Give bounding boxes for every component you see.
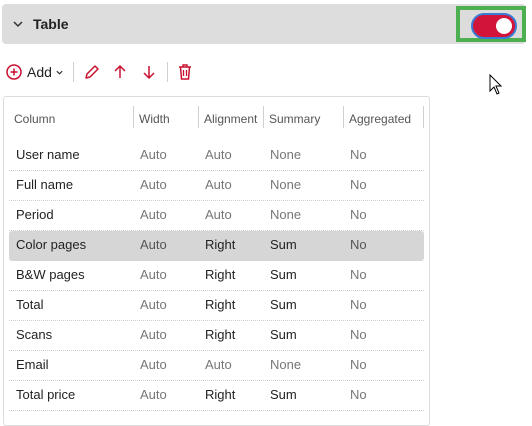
- cell-aggregated: No: [350, 297, 367, 312]
- cell-column-name: Total: [16, 297, 44, 312]
- column-divider[interactable]: [343, 106, 344, 128]
- column-divider[interactable]: [133, 106, 134, 128]
- table-enable-toggle[interactable]: [456, 6, 526, 42]
- cell-alignment: Right: [205, 237, 236, 252]
- cell-summary: Sum: [270, 297, 297, 312]
- toolbar-divider: [167, 62, 168, 82]
- toggle-track: [471, 13, 517, 39]
- cell-aggregated: No: [350, 357, 367, 372]
- cell-summary: None: [270, 177, 302, 192]
- table-section-header[interactable]: Table: [2, 4, 526, 44]
- cell-summary: Sum: [270, 237, 297, 252]
- cell-alignment: Right: [205, 327, 236, 342]
- table-row[interactable]: Period Auto Auto None No: [9, 201, 424, 231]
- cell-aggregated: No: [350, 267, 367, 282]
- cell-column-name: Total price: [16, 387, 76, 402]
- section-title: Table: [33, 16, 69, 32]
- cell-aggregated: No: [350, 387, 367, 402]
- pencil-icon: [85, 65, 99, 79]
- cell-column-name: Period: [16, 207, 54, 222]
- arrow-down-icon: [143, 66, 155, 80]
- add-button-label: Add: [27, 64, 52, 80]
- cell-alignment: Auto: [205, 207, 232, 222]
- cell-width: Auto: [140, 387, 167, 402]
- table-row[interactable]: Full name Auto Auto None No: [9, 171, 424, 201]
- cell-aggregated: No: [350, 207, 367, 222]
- table-row[interactable]: Scans Auto Right Sum No: [9, 321, 424, 351]
- cell-column-name: B&W pages: [16, 267, 85, 282]
- table-row[interactable]: B&W pages Auto Right Sum No: [9, 261, 424, 291]
- edit-button[interactable]: [83, 62, 101, 82]
- cell-alignment: Right: [205, 297, 236, 312]
- cell-aggregated: No: [350, 327, 367, 342]
- column-header-width[interactable]: Width: [139, 111, 170, 127]
- toggle-knob: [496, 18, 512, 34]
- caret-down-icon: [56, 70, 63, 75]
- chevron-down-icon: [13, 21, 23, 28]
- table-row[interactable]: Email Auto Auto None No: [9, 351, 424, 381]
- cell-width: Auto: [140, 357, 167, 372]
- add-button[interactable]: Add: [6, 62, 64, 82]
- cell-width: Auto: [140, 297, 167, 312]
- column-header-alignment[interactable]: Alignment: [204, 111, 257, 127]
- table-row[interactable]: Total price Auto Right Sum No: [9, 381, 424, 411]
- cell-width: Auto: [140, 267, 167, 282]
- table-row[interactable]: Total Auto Right Sum No: [9, 291, 424, 321]
- column-divider[interactable]: [198, 106, 199, 128]
- cell-width: Auto: [140, 147, 167, 162]
- cell-column-name: Full name: [16, 177, 74, 192]
- cell-alignment: Auto: [205, 147, 232, 162]
- cell-summary: None: [270, 207, 302, 222]
- table-row-selected[interactable]: Color pages Auto Right Sum No: [9, 231, 424, 261]
- cell-width: Auto: [140, 207, 167, 222]
- column-divider[interactable]: [263, 106, 264, 128]
- move-down-button[interactable]: [141, 62, 157, 82]
- cell-alignment: Right: [205, 387, 236, 402]
- cell-summary: None: [270, 357, 302, 372]
- cell-summary: Sum: [270, 387, 297, 402]
- cell-width: Auto: [140, 237, 167, 252]
- cell-width: Auto: [140, 327, 167, 342]
- cell-summary: Sum: [270, 327, 297, 342]
- cell-width: Auto: [140, 177, 167, 192]
- cell-summary: None: [270, 147, 302, 162]
- cell-column-name: Scans: [16, 327, 53, 342]
- move-up-button[interactable]: [112, 62, 128, 82]
- column-header-aggregated[interactable]: Aggregated: [349, 111, 411, 127]
- cell-column-name: Color pages: [16, 237, 87, 252]
- mouse-cursor-icon: [489, 74, 503, 95]
- toolbar-divider: [73, 62, 74, 82]
- trash-icon: [179, 64, 191, 80]
- cell-aggregated: No: [350, 147, 367, 162]
- column-header-summary[interactable]: Summary: [269, 111, 320, 127]
- delete-button[interactable]: [177, 62, 193, 82]
- add-circle-icon: [6, 64, 22, 80]
- cell-column-name: User name: [16, 147, 80, 162]
- column-header-column[interactable]: Column: [14, 111, 55, 127]
- cell-alignment: Right: [205, 267, 236, 282]
- table-row[interactable]: User name Auto Auto None No: [9, 141, 424, 171]
- arrow-up-icon: [114, 64, 126, 78]
- cell-alignment: Auto: [205, 177, 232, 192]
- column-divider[interactable]: [423, 106, 424, 128]
- table-toolbar: Add: [6, 58, 206, 86]
- cell-aggregated: No: [350, 237, 367, 252]
- cell-aggregated: No: [350, 177, 367, 192]
- cell-summary: Sum: [270, 267, 297, 282]
- cell-alignment: Auto: [205, 357, 232, 372]
- cell-column-name: Email: [16, 357, 49, 372]
